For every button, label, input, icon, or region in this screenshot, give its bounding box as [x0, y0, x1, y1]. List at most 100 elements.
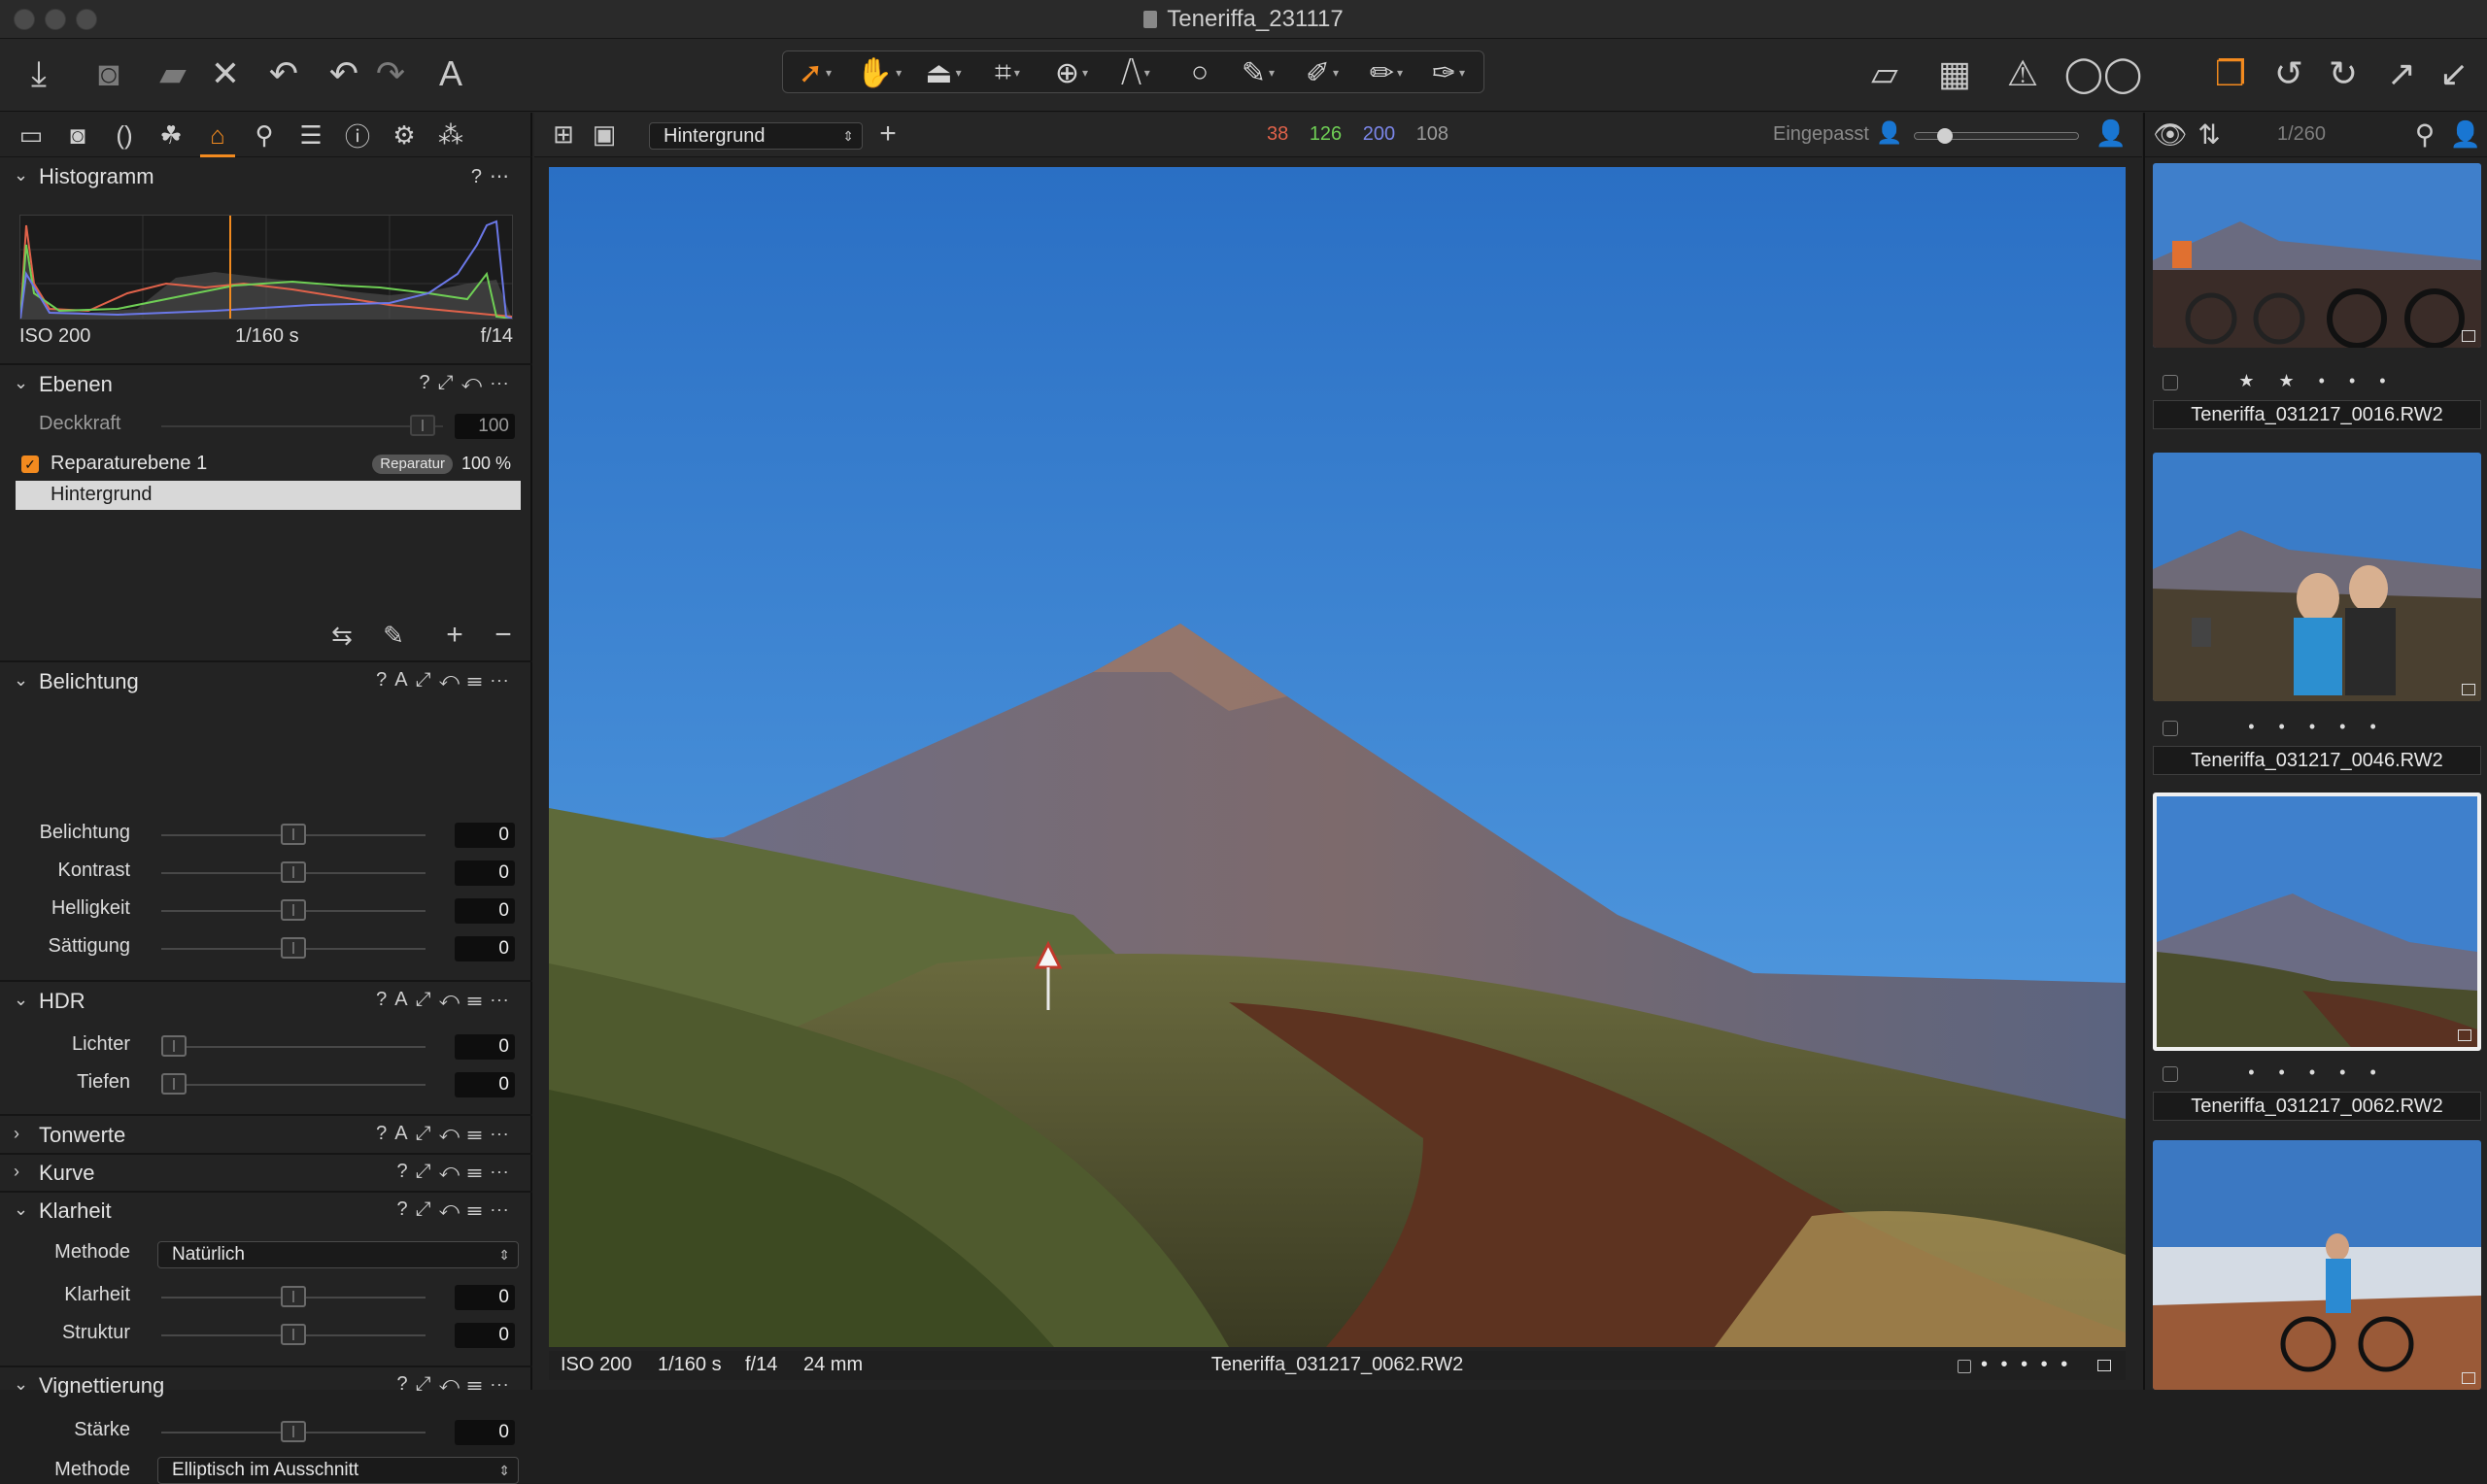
- vignette-strength-value[interactable]: 0: [455, 1420, 515, 1445]
- person-icon[interactable]: 👤: [2448, 117, 2483, 152]
- eye-icon[interactable]: 👁: [2153, 117, 2188, 152]
- vignette-actions[interactable]: ?⤢↶☰⋯: [396, 1373, 517, 1396]
- person-small-icon[interactable]: 👤: [1875, 118, 1904, 148]
- adjustments-icon[interactable]: ☰: [291, 118, 330, 152]
- picker-icon[interactable]: ✐ ▾: [1294, 53, 1350, 92]
- expand-icon[interactable]: ↗: [2380, 52, 2423, 95]
- batch-icon[interactable]: ⁂: [431, 118, 470, 152]
- clarity-actions[interactable]: ?⤢↶☰⋯: [396, 1198, 517, 1221]
- slider-knob[interactable]: [281, 1324, 306, 1345]
- slider-value[interactable]: 0: [455, 1034, 515, 1060]
- sort-icon[interactable]: ⇅: [2192, 117, 2227, 152]
- slider-value[interactable]: 0: [455, 1285, 515, 1310]
- collapse-icon[interactable]: ↙: [2433, 52, 2475, 95]
- slider-value[interactable]: 0: [455, 1323, 515, 1348]
- thumbnail-rating[interactable]: ★ ★ • • •: [2153, 371, 2481, 391]
- clarity-method-select[interactable]: Natürlich ⇕: [157, 1241, 519, 1268]
- overlay-icon[interactable]: ▱: [1863, 52, 1906, 95]
- grid-icon[interactable]: ▦: [1933, 52, 1976, 95]
- thumbnail-0046[interactable]: [2153, 453, 2481, 701]
- color-icon[interactable]: ☘: [152, 118, 190, 152]
- vignette-strength-knob[interactable]: [281, 1421, 306, 1442]
- slider-knob[interactable]: [281, 899, 306, 921]
- histogram-header[interactable]: ⌄ Histogramm ?⋯: [0, 159, 532, 194]
- info-list-icon[interactable]: [2097, 1360, 2111, 1371]
- histogram-actions[interactable]: ?⋯: [471, 164, 517, 188]
- zoom-slider[interactable]: [1914, 128, 2079, 144]
- slider-value[interactable]: 0: [455, 936, 515, 961]
- slider-track[interactable]: [161, 1046, 426, 1048]
- text-icon[interactable]: A: [429, 52, 472, 95]
- clarity-header[interactable]: ⌄ Klarheit ?⤢↶☰⋯: [0, 1194, 532, 1229]
- opacity-slider-knob[interactable]: [410, 415, 435, 436]
- opacity-value[interactable]: 100: [455, 414, 515, 439]
- lens-icon[interactable]: (): [105, 118, 144, 152]
- delete-icon[interactable]: ✕: [204, 52, 247, 95]
- redo-icon[interactable]: ↷: [369, 52, 412, 95]
- layers-actions[interactable]: ?⤢↶⋯: [419, 372, 517, 394]
- slider-knob[interactable]: [281, 861, 306, 883]
- multi-view-icon[interactable]: ❐: [2209, 52, 2252, 95]
- import-icon[interactable]: ⤓: [17, 52, 60, 95]
- output-icon[interactable]: ⚙: [385, 118, 424, 152]
- grid-view-icon[interactable]: ⊞: [546, 117, 581, 152]
- slider-knob[interactable]: [281, 937, 306, 959]
- layer-row-repair[interactable]: ✓ Reparaturebene 1 Reparatur 100 %: [16, 450, 521, 479]
- proof-glasses-icon[interactable]: ◯◯: [2064, 52, 2143, 95]
- pan-hand-icon[interactable]: ✋ ▾: [851, 53, 907, 92]
- rotate-left-icon[interactable]: ↺: [2267, 52, 2310, 95]
- thumbnail-0016[interactable]: [2153, 163, 2481, 348]
- search-icon[interactable]: ⚲: [2407, 117, 2442, 152]
- exposure-actions[interactable]: ?A⤢↶☰⋯: [376, 669, 517, 691]
- brush-icon[interactable]: ✎ ▾: [1230, 53, 1286, 92]
- status-rating[interactable]: • • • • •: [1981, 1354, 2071, 1376]
- add-layer-icon[interactable]: +: [870, 117, 905, 152]
- image-viewer[interactable]: [549, 167, 2126, 1347]
- single-view-icon[interactable]: ▣: [587, 117, 622, 152]
- opacity-slider[interactable]: [161, 425, 443, 427]
- thumbnail-next[interactable]: [2153, 1140, 2481, 1390]
- slider-value[interactable]: 0: [455, 898, 515, 924]
- curve-header[interactable]: › Kurve ?⤢↶☰⋯: [0, 1156, 532, 1191]
- crop-icon[interactable]: ⌗ ▾: [979, 53, 1036, 92]
- rotate-icon[interactable]: ⊕ ▾: [1043, 53, 1100, 92]
- hdr-actions[interactable]: ?A⤢↶☰⋯: [376, 989, 517, 1011]
- camera-icon[interactable]: ◙: [87, 52, 130, 95]
- slider-track[interactable]: [161, 1084, 426, 1086]
- select-cursor-icon[interactable]: ➚ ▾: [787, 53, 843, 92]
- rotate-right-icon[interactable]: ↻: [2322, 52, 2365, 95]
- curve-actions[interactable]: ?⤢↶☰⋯: [396, 1161, 517, 1183]
- slider-knob[interactable]: [161, 1035, 187, 1057]
- layer-brush-icon[interactable]: ✎: [369, 616, 418, 655]
- slider-value[interactable]: 0: [455, 1072, 515, 1097]
- exposure-warning-icon[interactable]: ⚠: [2001, 52, 2044, 95]
- layer-select[interactable]: Hintergrund ⇕: [649, 122, 863, 150]
- keystone-icon[interactable]: ⧸⧹ ▾: [1107, 53, 1164, 92]
- exposure-icon[interactable]: ⌂: [198, 118, 237, 157]
- library-icon[interactable]: ▭: [12, 118, 51, 152]
- levels-actions[interactable]: ?A⤢↶☰⋯: [376, 1123, 517, 1145]
- slider-knob[interactable]: [281, 824, 306, 845]
- annotate-icon[interactable]: ✑ ▾: [1420, 53, 1477, 92]
- undo-icon[interactable]: ↶: [323, 52, 365, 95]
- person-large-icon[interactable]: 👤: [2095, 117, 2128, 150]
- thumbnail-rating[interactable]: • • • • •: [2153, 1062, 2481, 1083]
- slider-knob[interactable]: [281, 1286, 306, 1307]
- slider-knob[interactable]: [161, 1073, 187, 1095]
- capture-icon[interactable]: ◙: [58, 118, 97, 152]
- metadata-icon[interactable]: ⓘ: [338, 118, 377, 152]
- circle-icon[interactable]: ○: [1172, 53, 1228, 92]
- layers-header[interactable]: ⌄ Ebenen ?⤢↶⋯: [0, 367, 532, 402]
- add-layer-icon[interactable]: +: [435, 616, 474, 655]
- layer-row-background[interactable]: Hintergrund: [16, 481, 521, 510]
- undo-all-icon[interactable]: ↶: [262, 52, 305, 95]
- slider-value[interactable]: 0: [455, 823, 515, 848]
- vignette-header[interactable]: ⌄ Vignettierung ?⤢↶☰⋯: [0, 1368, 532, 1403]
- remove-layer-icon[interactable]: −: [484, 616, 523, 655]
- levels-header[interactable]: › Tonwerte ?A⤢↶☰⋯: [0, 1118, 532, 1153]
- eraser-icon[interactable]: ✏ ▾: [1358, 53, 1414, 92]
- layer-visible-checkbox[interactable]: ✓: [21, 455, 39, 473]
- layer-settings-icon[interactable]: ⇆: [323, 616, 361, 655]
- thumbnail-rating[interactable]: • • • • •: [2153, 717, 2481, 737]
- export-folder-icon[interactable]: ▰: [152, 52, 194, 95]
